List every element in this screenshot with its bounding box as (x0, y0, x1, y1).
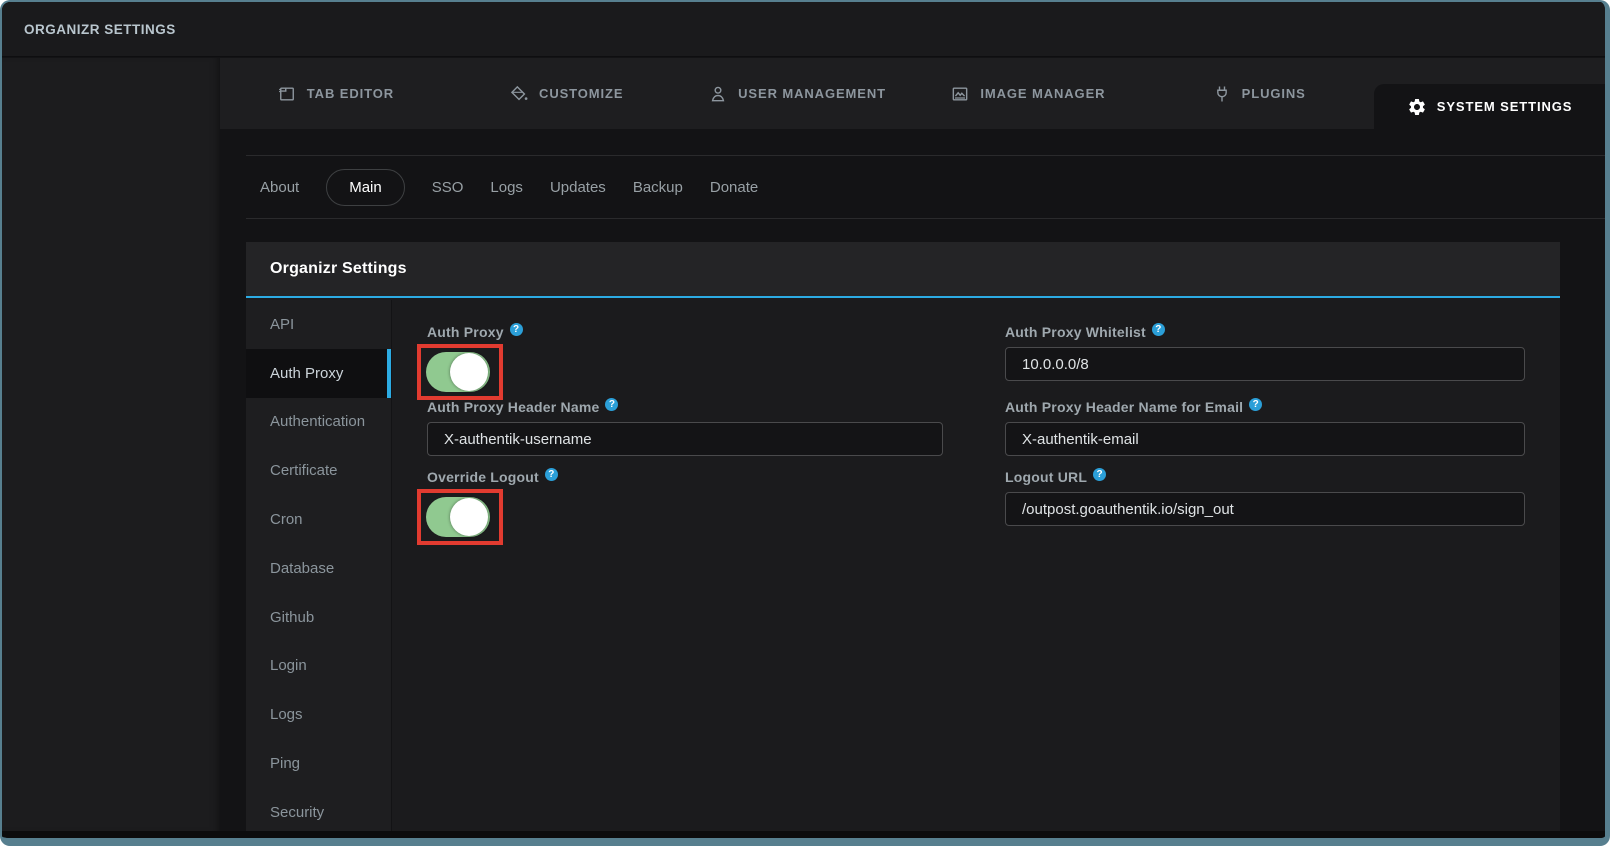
plug-icon (1212, 84, 1232, 104)
nav-item-login[interactable]: Login (246, 642, 391, 691)
tab-label: IMAGE MANAGER (980, 86, 1105, 101)
subtab-updates[interactable]: Updates (550, 177, 606, 198)
subtab-about[interactable]: About (260, 177, 299, 198)
nav-item-logs[interactable]: Logs (246, 690, 391, 739)
nav-item-certificate[interactable]: Certificate (246, 446, 391, 495)
help-icon[interactable] (1249, 398, 1262, 411)
tab-user-management[interactable]: USER MANAGEMENT (682, 58, 913, 129)
outer-left-sidebar (2, 58, 220, 831)
subtab-sso[interactable]: SSO (432, 177, 464, 198)
organizr-settings-panel: Organizr Settings API Auth Proxy Authent… (246, 242, 1560, 831)
field-auth-proxy-whitelist: Auth Proxy Whitelist (1005, 324, 1525, 399)
tab-label: CUSTOMIZE (539, 86, 623, 101)
top-title-bar: ORGANIZR SETTINGS (2, 2, 1605, 57)
panel-header: Organizr Settings (246, 242, 1560, 298)
subtab-donate[interactable]: Donate (710, 177, 758, 198)
tab-customize[interactable]: CUSTOMIZE (451, 58, 682, 129)
help-icon[interactable] (1152, 323, 1165, 336)
logout-url-label: Logout URL (1005, 469, 1525, 485)
tab-tab-editor[interactable]: TAB EDITOR (220, 58, 451, 129)
auth-proxy-whitelist-input[interactable] (1005, 347, 1525, 381)
user-icon (708, 84, 728, 104)
subtab-logs[interactable]: Logs (490, 177, 523, 198)
field-auth-proxy-header-name: Auth Proxy Header Name (427, 399, 943, 469)
field-auth-proxy-header-email: Auth Proxy Header Name for Email (1005, 399, 1525, 469)
nav-item-github[interactable]: Github (246, 593, 391, 642)
annotation-box (417, 344, 503, 400)
auth-proxy-toggle[interactable] (426, 352, 490, 392)
override-logout-toggle[interactable] (426, 497, 490, 537)
auth-proxy-header-name-input[interactable] (427, 422, 943, 456)
help-icon[interactable] (605, 398, 618, 411)
auth-proxy-header-email-input[interactable] (1005, 422, 1525, 456)
auth-proxy-label: Auth Proxy (427, 324, 943, 340)
settings-nav: API Auth Proxy Authentication Certificat… (246, 300, 392, 831)
field-logout-url: Logout URL (1005, 469, 1525, 550)
nav-item-ping[interactable]: Ping (246, 739, 391, 788)
organizr-settings-window: ORGANIZR SETTINGS TAB EDITOR CUSTOMIZE U… (0, 0, 1610, 846)
auth-proxy-header-email-label: Auth Proxy Header Name for Email (1005, 399, 1525, 415)
nav-item-security[interactable]: Security (246, 788, 391, 837)
nav-item-database[interactable]: Database (246, 544, 391, 593)
nav-item-auth-proxy[interactable]: Auth Proxy (246, 349, 391, 398)
customize-icon (509, 84, 529, 104)
subtab-backup[interactable]: Backup (633, 177, 683, 198)
subtab-main[interactable]: Main (326, 169, 405, 206)
tab-label: TAB EDITOR (307, 86, 394, 101)
page-title: ORGANIZR SETTINGS (24, 22, 176, 37)
tab-label: PLUGINS (1242, 86, 1306, 101)
tab-image-manager[interactable]: IMAGE MANAGER (912, 58, 1143, 129)
help-icon[interactable] (545, 468, 558, 481)
help-icon[interactable] (1093, 468, 1106, 481)
auth-proxy-header-name-label: Auth Proxy Header Name (427, 399, 943, 415)
override-logout-label: Override Logout (427, 469, 943, 485)
field-auth-proxy: Auth Proxy (427, 324, 943, 399)
field-override-logout: Override Logout (427, 469, 943, 550)
auth-proxy-form: Auth Proxy Auth Proxy Whitelist (393, 300, 1560, 831)
main-tab-bar: TAB EDITOR CUSTOMIZE USER MANAGEMENT IMA… (220, 58, 1605, 129)
nav-item-cron[interactable]: Cron (246, 495, 391, 544)
nav-item-authentication[interactable]: Authentication (246, 398, 391, 447)
tab-system-settings[interactable]: SYSTEM SETTINGS (1374, 84, 1605, 129)
settings-subtab-bar: About Main SSO Logs Updates Backup Donat… (246, 155, 1605, 219)
tab-label: USER MANAGEMENT (738, 86, 886, 101)
annotation-box (417, 489, 503, 545)
bottom-edge-strip (2, 831, 1605, 838)
image-icon (950, 84, 970, 104)
toggle-knob (450, 353, 488, 391)
tab-label: SYSTEM SETTINGS (1437, 99, 1573, 114)
tab-plugins[interactable]: PLUGINS (1143, 58, 1374, 129)
logout-url-input[interactable] (1005, 492, 1525, 526)
auth-proxy-whitelist-label: Auth Proxy Whitelist (1005, 324, 1525, 340)
help-icon[interactable] (510, 323, 523, 336)
panel-title: Organizr Settings (270, 260, 407, 278)
tab-editor-icon (277, 84, 297, 104)
toggle-knob (450, 498, 488, 536)
gear-icon (1407, 97, 1427, 117)
nav-item-api[interactable]: API (246, 300, 391, 349)
